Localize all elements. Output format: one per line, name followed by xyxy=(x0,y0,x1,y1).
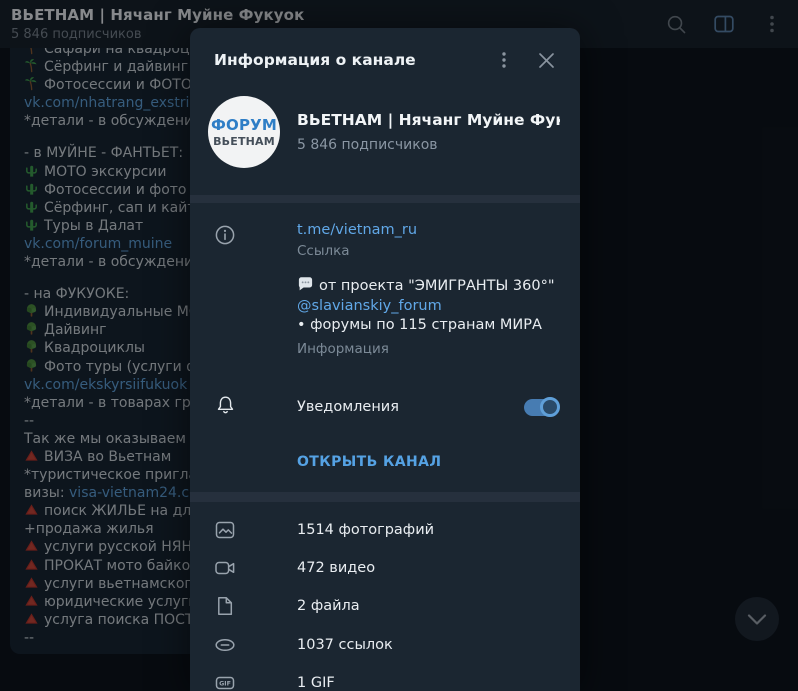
close-icon[interactable] xyxy=(534,48,558,72)
gif-icon: GIF xyxy=(214,672,236,691)
avatar-text-line2: ВЬЕТНАМ xyxy=(213,135,275,148)
message-line: • форумы по 115 странам МИРА xyxy=(297,316,562,336)
channel-avatar[interactable]: ФОРУМ ВЬЕТНАМ xyxy=(208,96,280,168)
notifications-label: Уведомления xyxy=(297,399,399,415)
toggle-knob xyxy=(540,397,560,417)
stat-label: 2 файла xyxy=(297,598,360,615)
channel-profile-row: ФОРУМ ВЬЕТНАМ ВЬЕТНАМ | Нячанг Муйне Фук… xyxy=(190,88,580,195)
channel-name: ВЬЕТНАМ | Нячанг Муйне Фук... xyxy=(297,111,560,129)
svg-text:GIF: GIF xyxy=(219,681,231,688)
channel-info-dialog: Информация о канале ФОРУМ ВЬЕТНАМ ВЬЕТНА… xyxy=(190,28,580,691)
media-stats-list: 1514 фотографий 472 видео 2 файла 1037 ссыл… xyxy=(190,502,580,691)
avatar-text-line1: ФОРУМ xyxy=(210,116,278,134)
message-text: • форумы по 115 странам МИРА xyxy=(297,317,542,333)
channel-description: от проекта "ЭМИГРАНТЫ 360°" @slavianskiy_… xyxy=(297,275,562,336)
stat-label: 1514 фотографий xyxy=(297,521,435,538)
stat-row[interactable]: 2 файла xyxy=(190,587,580,625)
message-text: от проекта "ЭМИГРАНТЫ 360°" xyxy=(319,278,555,294)
speech-balloon-icon xyxy=(297,275,314,292)
message-link[interactable]: @slavianskiy_forum xyxy=(297,298,442,314)
link-row: t.me/vietnam_ru Ссылка от проекта "ЭМИГР… xyxy=(190,203,580,373)
stat-label: 472 видео xyxy=(297,560,376,577)
file-icon xyxy=(214,595,236,617)
stat-row[interactable]: 472 видео xyxy=(190,549,580,587)
notifications-toggle[interactable] xyxy=(524,397,560,417)
channel-link[interactable]: t.me/vietnam_ru xyxy=(297,222,562,238)
description-label: Информация xyxy=(297,340,389,357)
message-line: @slavianskiy_forum xyxy=(297,297,562,317)
stat-row[interactable]: 1037 ссылок xyxy=(190,626,580,664)
notifications-row[interactable]: Уведомления xyxy=(190,373,580,421)
stat-row[interactable]: 1514 фотографий xyxy=(190,511,580,549)
dialog-menu-kebab-icon[interactable] xyxy=(492,48,516,72)
open-channel-button[interactable]: ОТКРЫТЬ КАНАЛ xyxy=(297,454,441,470)
stat-row[interactable]: GIF 1 GIF xyxy=(190,664,580,691)
channel-subscribers: 5 846 подписчиков xyxy=(297,137,438,153)
link-and-description: t.me/vietnam_ru Ссылка от проекта "ЭМИГР… xyxy=(297,222,562,373)
link-label: Ссылка xyxy=(297,243,350,259)
message-line: от проекта "ЭМИГРАНТЫ 360°" xyxy=(297,275,562,297)
bell-icon xyxy=(214,394,236,421)
open-channel-row: ОТКРЫТЬ КАНАЛ xyxy=(190,421,580,492)
dialog-title: Информация о канале xyxy=(214,51,416,69)
section-divider xyxy=(190,491,580,502)
photo-icon xyxy=(214,519,236,541)
section-divider xyxy=(190,195,580,203)
dialog-header: Информация о канале xyxy=(190,28,580,88)
stat-label: 1 GIF xyxy=(297,675,335,691)
stat-label: 1037 ссылок xyxy=(297,636,393,653)
link-icon xyxy=(214,634,236,656)
channel-identity: ВЬЕТНАМ | Нячанг Муйне Фук... 5 846 подп… xyxy=(297,111,560,153)
info-icon xyxy=(214,222,236,373)
video-icon xyxy=(214,557,236,579)
telegram-app-window: Сафари на квадроцикла Сёрфинг и дайвинг Фо… xyxy=(0,0,798,691)
